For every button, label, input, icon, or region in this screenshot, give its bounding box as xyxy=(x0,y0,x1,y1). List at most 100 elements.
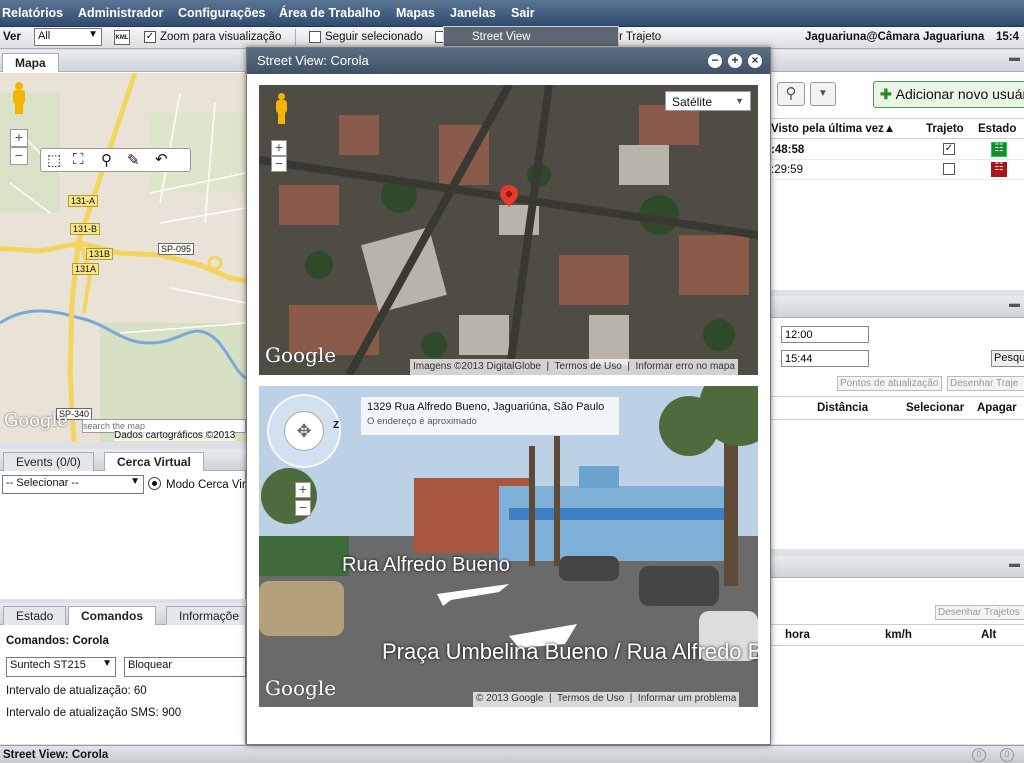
road-label: 131A xyxy=(72,263,100,275)
search-icon[interactable]: ⚲ xyxy=(777,82,805,106)
zoom-checkbox[interactable]: ✓ xyxy=(144,31,156,43)
status-bar: Street View: Corola 0 0 xyxy=(0,745,1024,763)
terms-link[interactable]: Termos de Uso xyxy=(557,693,624,704)
trajeto-label: r Trajeto xyxy=(619,31,662,43)
panel-controls-icon[interactable]: ▬ xyxy=(1009,558,1020,570)
counter-badge: 0 xyxy=(1000,748,1014,762)
panel-controls-icon[interactable]: ▬ xyxy=(1009,52,1020,64)
col-estado[interactable]: Estado xyxy=(978,123,1016,135)
tab-informacoes[interactable]: Informaçõe xyxy=(166,606,246,625)
row-time: :29:59 xyxy=(771,164,803,176)
tab-mapa[interactable]: Mapa xyxy=(2,53,59,72)
device-select[interactable]: Suntech ST215 ▼ xyxy=(6,657,116,677)
ver-label: Ver xyxy=(3,31,21,43)
time-to-input[interactable] xyxy=(781,350,869,367)
satellite-map[interactable]: + − Satélite ▼ Google Imagens ©2013 Digit… xyxy=(259,85,758,375)
cerca-select[interactable]: -- Selecionar -- ▼ xyxy=(2,475,144,494)
street-view-dropdown: Street View xyxy=(443,26,619,47)
events-panel-header: Events (0/0) Cerca Virtual xyxy=(0,449,246,471)
menu-sair[interactable]: Sair xyxy=(511,6,535,20)
update-points-button[interactable]: Pontos de atualização xyxy=(837,376,942,391)
tab-comandos[interactable]: Comandos xyxy=(68,606,157,625)
maximize-icon[interactable]: + xyxy=(728,54,742,68)
row-trajeto-checkbox[interactable]: ✓ xyxy=(943,143,955,155)
menu-area-de-trabalho[interactable]: Área de Trabalho xyxy=(279,6,380,20)
zoom-in-button[interactable]: + xyxy=(271,140,287,156)
col-apagar[interactable]: Apagar xyxy=(977,402,1017,414)
zoom-out-button[interactable]: − xyxy=(271,156,287,172)
menu-bar: Relatórios Administrador Configurações Á… xyxy=(0,0,1024,27)
time-from-input[interactable] xyxy=(781,326,869,343)
pin-icon[interactable]: ⚲ xyxy=(101,151,112,169)
tab-estado[interactable]: Estado xyxy=(3,606,67,625)
col-trajeto[interactable]: Trajeto xyxy=(926,123,964,135)
search-route-button[interactable]: Pesqui xyxy=(991,350,1024,367)
zoom-out-button[interactable]: − xyxy=(10,147,28,165)
seguir-checkbox[interactable] xyxy=(309,31,321,43)
col-hora[interactable]: hora xyxy=(785,629,810,641)
location-marker-icon[interactable] xyxy=(496,181,522,213)
close-icon[interactable]: × xyxy=(748,54,762,68)
history-table-header: hora km/h Alt xyxy=(771,624,1024,646)
resize-area-icon[interactable]: ⛶ xyxy=(73,151,84,168)
history-panel: ▬ Desenhar Trajetos hora km/h Alt xyxy=(771,556,1024,744)
street-label[interactable]: Rua Alfredo Bueno xyxy=(342,554,510,577)
menu-mapas[interactable]: Mapas xyxy=(396,6,435,20)
chevron-down-icon: ▼ xyxy=(88,29,98,40)
route-icon[interactable]: ↶ xyxy=(155,150,168,168)
broom-icon[interactable]: ✎ xyxy=(127,151,140,169)
status-title[interactable]: Street View: Corola xyxy=(3,749,108,761)
modo-cerca-radio[interactable] xyxy=(148,477,161,490)
map-panel-header: Mapa xyxy=(0,50,246,72)
chevron-down-icon[interactable]: ▼ xyxy=(810,82,836,106)
draw-route-button[interactable]: Desenhar Traje xyxy=(947,376,1024,391)
pegman-icon[interactable] xyxy=(275,93,287,125)
pan-arrows-icon[interactable]: ✥ xyxy=(284,411,324,451)
menu-administrador[interactable]: Administrador xyxy=(78,6,163,20)
window-title: Street View: Corola xyxy=(257,53,369,68)
col-selecionar[interactable]: Selecionar xyxy=(906,402,964,414)
zoom-out-button[interactable]: − xyxy=(295,500,311,516)
draw-routes-button[interactable]: Desenhar Trajetos xyxy=(935,605,1024,620)
col-distancia[interactable]: Distância xyxy=(817,402,868,414)
street-view-window: Street View: Corola − + × + − Satélite ▼ … xyxy=(246,47,771,745)
pegman-icon[interactable] xyxy=(10,82,28,114)
zoom-in-button[interactable]: + xyxy=(10,129,28,147)
tab-events[interactable]: Events (0/0) xyxy=(3,452,94,471)
kml-icon[interactable]: KML xyxy=(114,30,130,45)
row-trajeto-checkbox[interactable] xyxy=(943,163,955,175)
command-select[interactable]: Bloquear xyxy=(124,657,246,677)
street-label[interactable]: Praça Umbelina Bueno / Rua Alfredo Bu xyxy=(382,639,758,665)
add-user-label: Adicionar novo usuário xyxy=(895,86,1024,102)
kml-icon-label: KML xyxy=(115,35,129,41)
terms-link[interactable]: Termos de Uso xyxy=(555,361,622,372)
google-logo: Google xyxy=(265,343,337,367)
compass-north-letter: Z xyxy=(333,420,340,431)
map-type-select[interactable]: Satélite ▼ xyxy=(665,91,751,111)
street-view-panorama[interactable]: ✥ Z + − 1329 Rua Alfredo Bueno, Jaguariú… xyxy=(259,386,758,707)
menu-janelas[interactable]: Janelas xyxy=(450,6,496,20)
interval-sms-text: Intervalo de atualização SMS: 900 xyxy=(6,707,182,719)
menu-relatorios[interactable]: Relatórios xyxy=(2,6,63,20)
report-problem-link[interactable]: Informar um problema xyxy=(638,693,736,704)
col-alt[interactable]: Alt xyxy=(981,629,996,641)
panel-controls-icon[interactable]: ▬ xyxy=(1009,298,1020,310)
street-view-window-header[interactable]: Street View: Corola − + × xyxy=(247,48,770,74)
street-view-menu-item[interactable]: Street View xyxy=(472,31,531,43)
select-area-icon[interactable]: ⬚ xyxy=(47,151,61,169)
commands-panel: Estado Comandos Informaçõe Comandos: Cor… xyxy=(0,603,246,744)
road-map[interactable] xyxy=(0,73,246,442)
col-visto[interactable]: Visto pela última vez▲ xyxy=(771,123,895,135)
menu-configuracoes[interactable]: Configurações xyxy=(178,6,266,20)
table-row[interactable]: :29:59 ☷ xyxy=(771,160,1024,180)
col-kmh[interactable]: km/h xyxy=(885,629,912,641)
tab-cerca-virtual[interactable]: Cerca Virtual xyxy=(104,452,204,471)
ver-select[interactable]: All ▼ xyxy=(34,28,102,46)
compass-control[interactable]: ✥ Z xyxy=(267,394,341,468)
report-error-link[interactable]: Informar erro no mapa xyxy=(636,361,736,372)
zoom-in-button[interactable]: + xyxy=(295,482,311,498)
add-user-button[interactable]: ✚ Adicionar novo usuário xyxy=(873,81,1024,108)
table-row[interactable]: :48:58 ✓ ☷ xyxy=(771,140,1024,160)
minimize-icon[interactable]: − xyxy=(708,54,722,68)
chevron-down-icon: ▼ xyxy=(735,96,744,106)
